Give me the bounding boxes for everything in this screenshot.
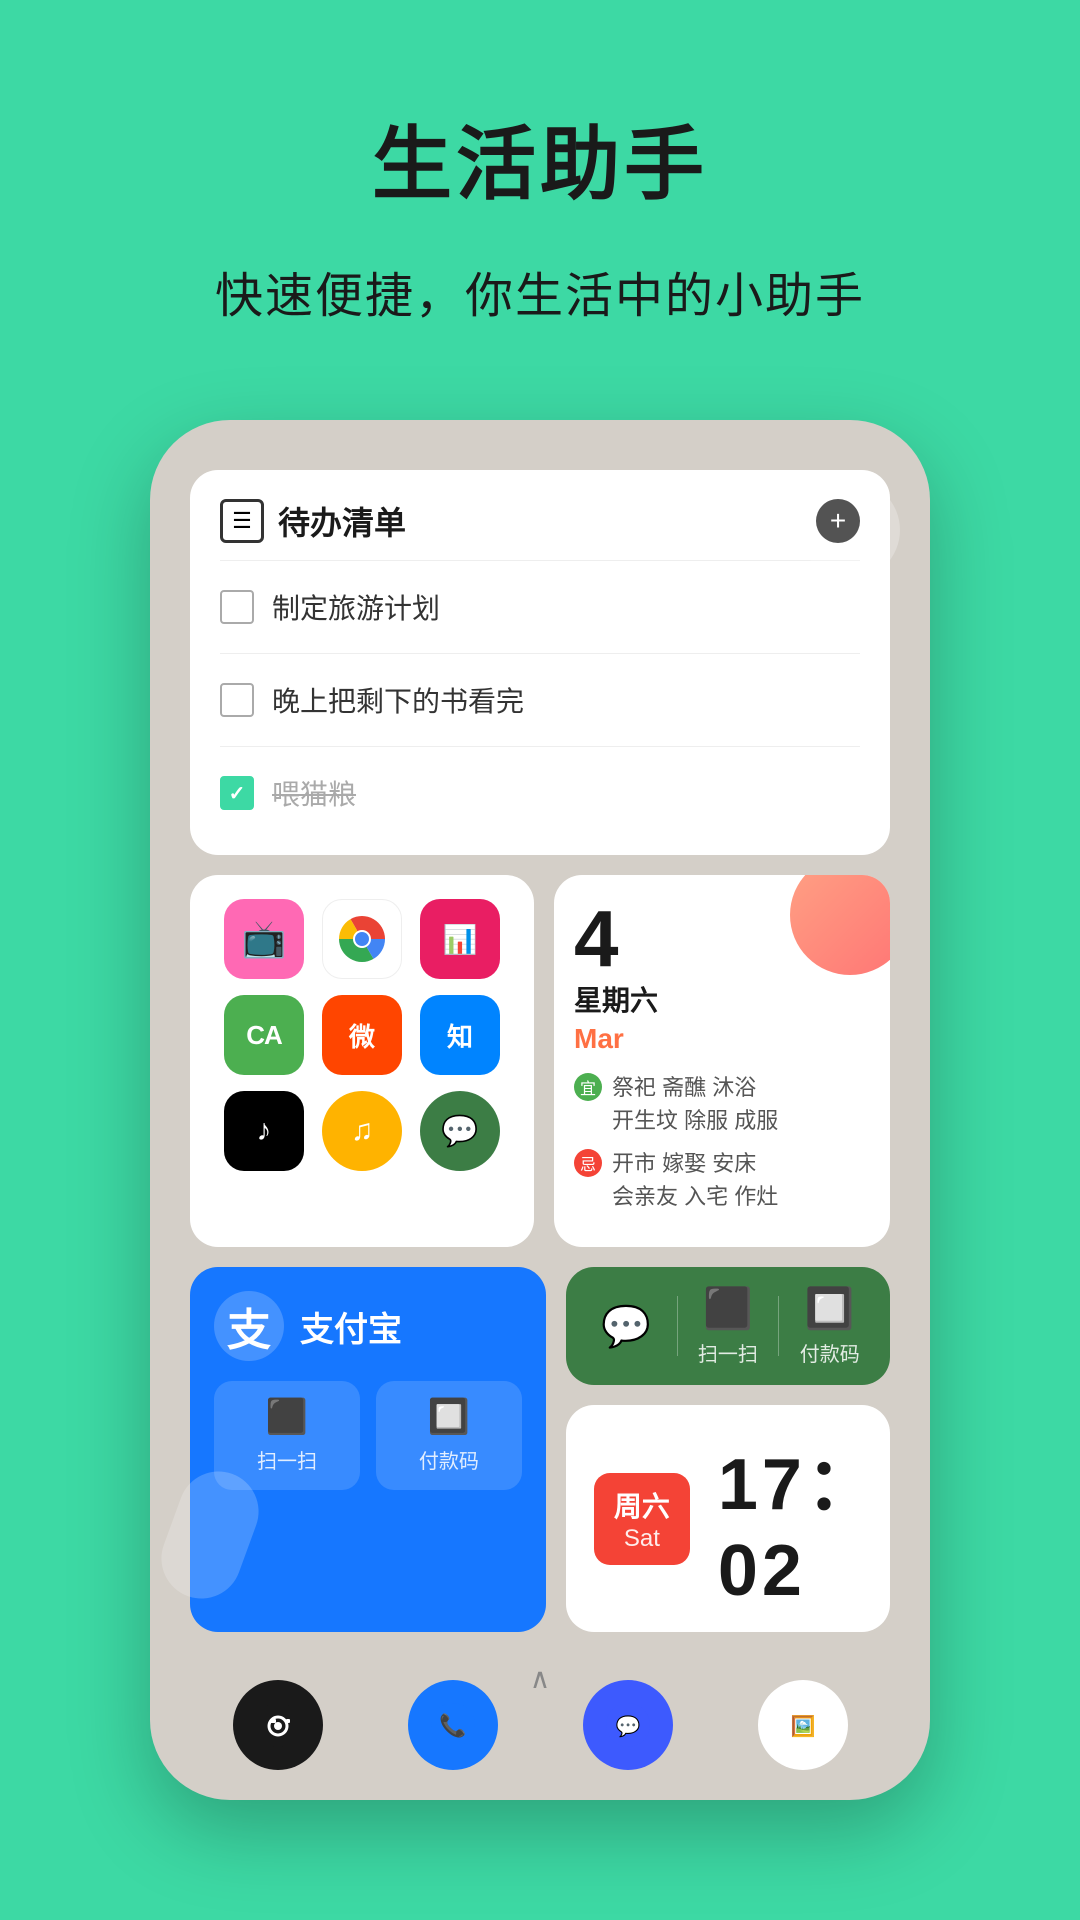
todo-checkbox-3[interactable] bbox=[220, 776, 254, 810]
app-ca[interactable]: CA bbox=[224, 995, 304, 1075]
todo-item-1[interactable]: 制定旅游计划 bbox=[220, 573, 860, 641]
todo-header-left: ☰ 待办清单 bbox=[220, 498, 406, 544]
app-wechat-small[interactable]: 💬 bbox=[420, 1091, 500, 1171]
alipay-widget: 支 支付宝 ⬛ 扫一扫 🔲 付款码 bbox=[190, 1267, 546, 1632]
cal-month: Mar bbox=[574, 1023, 870, 1055]
svg-text:🖼️: 🖼️ bbox=[790, 1714, 815, 1738]
alipay-header: 支 支付宝 bbox=[214, 1291, 522, 1361]
wechat-pay-label: 付款码 bbox=[800, 1338, 860, 1367]
todo-item-text-3: 喂猫粮 bbox=[272, 773, 356, 813]
alipay-scan-button[interactable]: ⬛ 扫一扫 bbox=[214, 1381, 360, 1490]
todo-checkbox-1[interactable] bbox=[220, 590, 254, 624]
todo-item-2[interactable]: 晚上把剩下的书看完 bbox=[220, 666, 860, 734]
cal-inauspicious-section: 忌 开市 嫁娶 安床会亲友 入宅 作灶 bbox=[574, 1147, 870, 1213]
alipay-pay-button[interactable]: 🔲 付款码 bbox=[376, 1381, 522, 1490]
dock-gallery[interactable]: 🖼️ bbox=[758, 1680, 848, 1770]
bottom-dock: 📞 💬 🖼️ bbox=[190, 1680, 890, 1770]
clock-time: 17：02 bbox=[718, 1425, 882, 1612]
apps-row-3: ♪ ♫ 💬 bbox=[214, 1091, 510, 1171]
wechat-scan-icon: ⬛ bbox=[703, 1285, 753, 1332]
apps-widget: 📺 📊 bbox=[190, 875, 534, 1247]
app-music[interactable]: ♫ bbox=[322, 1091, 402, 1171]
deco-shape-top-right bbox=[800, 480, 900, 580]
wechat-divider-2 bbox=[778, 1296, 779, 1356]
app-hiit[interactable]: 📊 bbox=[420, 899, 500, 979]
apps-row-2: CA 微 知 bbox=[214, 995, 510, 1075]
alipay-actions: ⬛ 扫一扫 🔲 付款码 bbox=[214, 1381, 522, 1490]
svg-text:💬: 💬 bbox=[615, 1714, 640, 1738]
todo-divider-3 bbox=[220, 746, 860, 747]
dock-phone[interactable]: 📞 bbox=[408, 1680, 498, 1770]
cal-inauspicious-text: 开市 嫁娶 安床会亲友 入宅 作灶 bbox=[612, 1147, 778, 1213]
wechat-scan-label: 扫一扫 bbox=[698, 1338, 758, 1367]
app-chrome[interactable] bbox=[322, 899, 402, 979]
todo-list-icon: ☰ bbox=[220, 499, 264, 543]
todo-divider-1 bbox=[220, 560, 860, 561]
alipay-scan-label: 扫一扫 bbox=[257, 1445, 317, 1474]
todo-item-text-2: 晚上把剩下的书看完 bbox=[272, 680, 524, 720]
wechat-scan-button[interactable]: ⬛ 扫一扫 bbox=[698, 1285, 758, 1367]
dock-message[interactable]: 💬 bbox=[583, 1680, 673, 1770]
alipay-name: 支付宝 bbox=[300, 1302, 402, 1351]
todo-title: 待办清单 bbox=[278, 498, 406, 544]
app-tiktok[interactable]: ♪ bbox=[224, 1091, 304, 1171]
sub-title: 快速便捷，你生活中的小助手 bbox=[0, 256, 1080, 326]
cal-inauspicious-badge: 忌 bbox=[574, 1149, 602, 1177]
todo-item-3[interactable]: 喂猫粮 bbox=[220, 759, 860, 827]
payment-row: 支 支付宝 ⬛ 扫一扫 🔲 付款码 � bbox=[190, 1267, 890, 1632]
wechat-divider bbox=[677, 1296, 678, 1356]
todo-header: ☰ 待办清单 + bbox=[220, 498, 860, 544]
clock-widget: 周六 Sat 17：02 bbox=[566, 1405, 890, 1632]
cal-weekday: 星期六 bbox=[574, 979, 870, 1019]
main-title: 生活助手 bbox=[0, 100, 1080, 216]
widgets-area: ☰ 待办清单 + 制定旅游计划 晚上把剩下的书看完 喂猫粮 bbox=[190, 470, 890, 1695]
wechat-pay-widget: 💬 ⬛ 扫一扫 🔲 付款码 bbox=[566, 1267, 890, 1385]
wechat-pay-icon: 🔲 bbox=[805, 1285, 855, 1332]
apps-row-1: 📺 📊 bbox=[214, 899, 510, 979]
alipay-pay-label: 付款码 bbox=[419, 1445, 479, 1474]
clock-weekday-zh: 周六 bbox=[614, 1485, 670, 1525]
todo-widget: ☰ 待办清单 + 制定旅游计划 晚上把剩下的书看完 喂猫粮 bbox=[190, 470, 890, 855]
wechat-pay-button[interactable]: 🔲 付款码 bbox=[800, 1285, 860, 1367]
app-zhihu[interactable]: 知 bbox=[420, 995, 500, 1075]
calendar-widget: 4 星期六 Mar 宜 祭祀 斋醮 沐浴开生坟 除服 成服 忌 开市 嫁娶 安床… bbox=[554, 875, 890, 1247]
todo-divider-2 bbox=[220, 653, 860, 654]
svg-text:📞: 📞 bbox=[439, 1711, 467, 1738]
cal-auspicious-section: 宜 祭祀 斋醮 沐浴开生坟 除服 成服 bbox=[574, 1071, 870, 1137]
cal-auspicious-badge: 宜 bbox=[574, 1073, 602, 1101]
alipay-scan-icon: ⬛ bbox=[266, 1397, 308, 1437]
todo-item-text-1: 制定旅游计划 bbox=[272, 587, 440, 627]
alipay-pay-icon: 🔲 bbox=[428, 1397, 470, 1437]
cal-auspicious-text: 祭祀 斋醮 沐浴开生坟 除服 成服 bbox=[612, 1071, 778, 1137]
dock-camera[interactable] bbox=[233, 1680, 323, 1770]
app-tv[interactable]: 📺 bbox=[224, 899, 304, 979]
clock-weekday-en: Sat bbox=[624, 1525, 660, 1553]
todo-checkbox-2[interactable] bbox=[220, 683, 254, 717]
phone-mockup: ☰ 待办清单 + 制定旅游计划 晚上把剩下的书看完 喂猫粮 bbox=[150, 420, 930, 1800]
app-weibo[interactable]: 微 bbox=[322, 995, 402, 1075]
apps-calendar-row: 📺 📊 bbox=[190, 875, 890, 1247]
wechat-logo: 💬 bbox=[596, 1296, 656, 1356]
clock-day-badge: 周六 Sat bbox=[594, 1473, 690, 1565]
alipay-logo: 支 bbox=[214, 1291, 284, 1361]
